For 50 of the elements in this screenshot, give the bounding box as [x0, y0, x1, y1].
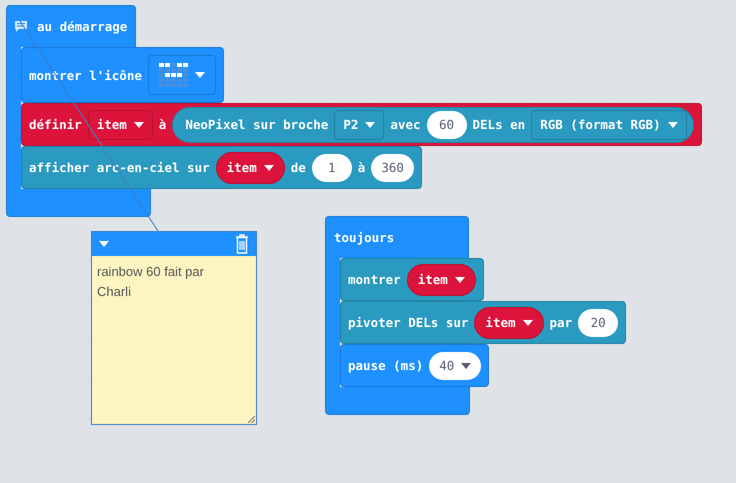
- block-label: montrer: [348, 272, 401, 287]
- block-label: au démarrage: [37, 19, 128, 34]
- variable-dropdown[interactable]: item: [474, 306, 544, 338]
- block-label: NeoPixel sur broche: [185, 117, 328, 132]
- caret-icon: [134, 122, 144, 128]
- block-label: DELs en: [472, 117, 526, 132]
- block-label: pause (ms): [348, 358, 424, 373]
- caret-icon: [522, 320, 533, 326]
- variable-dropdown[interactable]: item: [216, 152, 285, 184]
- number-field[interactable]: 60: [426, 110, 466, 138]
- icon-dropdown[interactable]: [148, 55, 216, 95]
- block-label: toujours: [334, 230, 394, 245]
- dropdown[interactable]: RGB (format RGB): [531, 110, 687, 140]
- statement-block[interactable]: définir item à NeoPixel sur broche P2 avec 60 DELs en RGB (format RGB): [21, 103, 702, 146]
- trash-icon: [235, 234, 249, 254]
- caret-icon: [99, 241, 109, 247]
- block-label: par: [550, 315, 572, 330]
- block-label: pivoter DELs sur: [348, 315, 468, 330]
- number-field[interactable]: 20: [578, 308, 618, 336]
- statement-block[interactable]: pause (ms) 40: [340, 344, 490, 387]
- caret-icon: [365, 122, 376, 128]
- block-label: à: [158, 117, 166, 132]
- block-label: de: [290, 160, 306, 175]
- block-label: avec: [390, 117, 420, 132]
- block-label: afficher arc-en-ciel sur: [29, 160, 210, 175]
- caret-icon: [668, 122, 678, 128]
- resize-handle-icon: [248, 416, 255, 423]
- reporter-block[interactable]: NeoPixel sur broche P2 avec 60 DELs en RGB (format RGB): [172, 106, 694, 142]
- block-label: définir: [29, 117, 82, 132]
- variable-dropdown[interactable]: item: [406, 264, 476, 296]
- statement-block[interactable]: montrer item: [340, 258, 484, 301]
- number-field[interactable]: 360: [371, 154, 414, 182]
- event-block-header[interactable]: au démarrage: [6, 5, 136, 47]
- caret-icon: [264, 164, 274, 170]
- statement-block[interactable]: montrer l'icône: [21, 47, 224, 103]
- block-label: montrer l'icône: [29, 68, 142, 82]
- led-grid-icon: [158, 63, 188, 87]
- number-dropdown[interactable]: 40: [429, 352, 482, 380]
- statement-block[interactable]: afficher arc-en-ciel sur item de 1 à 360: [21, 146, 422, 189]
- caret-icon: [454, 276, 465, 282]
- comment-note[interactable]: rainbow 60 fait par Charli: [91, 231, 257, 425]
- block-label: à: [358, 160, 366, 175]
- dropdown[interactable]: item: [88, 110, 153, 140]
- caret-icon: [461, 362, 472, 368]
- caret-icon: [194, 72, 205, 78]
- statement-block[interactable]: pivoter DELs sur item par 20: [340, 301, 626, 344]
- number-field[interactable]: 1: [312, 154, 352, 182]
- dropdown[interactable]: P2: [334, 110, 384, 140]
- comment-text[interactable]: rainbow 60 fait par Charli: [97, 262, 227, 302]
- event-block-header[interactable]: toujours: [325, 216, 469, 258]
